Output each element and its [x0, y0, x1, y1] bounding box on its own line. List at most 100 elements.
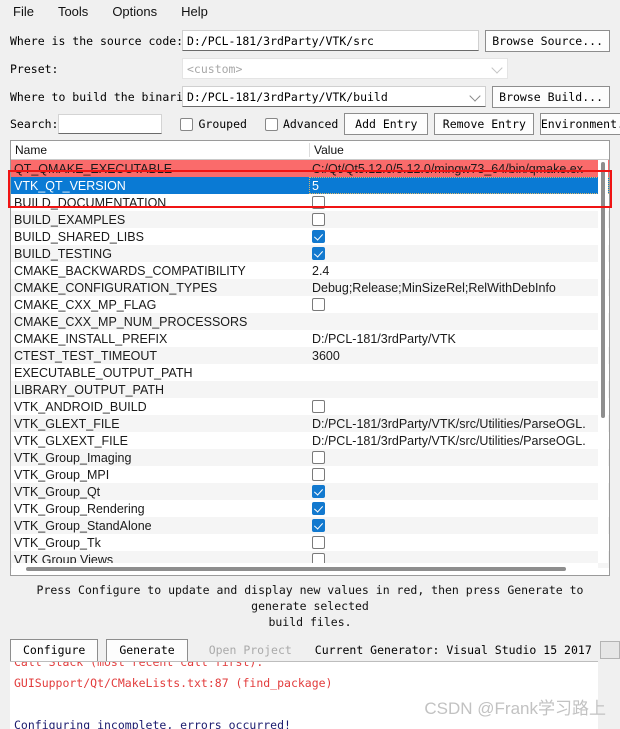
cache-variable-value[interactable]	[309, 484, 609, 500]
grouped-checkbox-wrap[interactable]: Grouped	[180, 117, 247, 131]
table-horizontal-scrollbar[interactable]	[12, 563, 598, 574]
table-row[interactable]: BUILD_EXAMPLES	[11, 211, 609, 228]
menu-bar: File Tools Options Help	[0, 0, 620, 22]
column-header-name[interactable]: Name	[11, 143, 309, 157]
menu-item-options[interactable]: Options	[109, 3, 160, 20]
table-row[interactable]: BUILD_TESTING	[11, 245, 609, 262]
table-row[interactable]: BUILD_SHARED_LIBS	[11, 228, 609, 245]
table-row[interactable]: CMAKE_CXX_MP_NUM_PROCESSORS	[11, 313, 609, 330]
cache-variable-checkbox[interactable]	[312, 450, 325, 464]
table-row[interactable]: CMAKE_CXX_MP_FLAG	[11, 296, 609, 313]
add-entry-button[interactable]: Add Entry	[344, 113, 429, 135]
cache-variable-checkbox[interactable]	[312, 535, 325, 549]
table-row[interactable]: CMAKE_INSTALL_PREFIX D:/PCL-181/3rdParty/…	[11, 330, 609, 347]
cache-variable-checkbox[interactable]	[312, 518, 325, 532]
table-row[interactable]: LIBRARY_OUTPUT_PATH	[11, 381, 609, 398]
cache-variable-value[interactable]	[309, 501, 609, 517]
cache-variable-name: CMAKE_INSTALL_PREFIX	[14, 331, 168, 346]
cache-variable-value[interactable]	[309, 467, 609, 483]
log-line: GUISupport/Qt/CMakeLists.txt:87 (find_pa…	[14, 676, 333, 690]
configure-button[interactable]: Configure	[10, 638, 99, 662]
progress-bar	[599, 641, 620, 659]
preset-dropdown[interactable]: <custom>	[182, 58, 508, 79]
source-code-input[interactable]: D:/PCL-181/3rdParty/VTK/src	[182, 30, 480, 51]
table-row[interactable]: CMAKE_CONFIGURATION_TYPES Debug;Release;M…	[11, 279, 609, 296]
cache-variable-name: VTK_Group_MPI	[14, 467, 110, 482]
cache-variable-checkbox[interactable]	[312, 246, 325, 260]
table-row[interactable]: VTK_ANDROID_BUILD	[11, 398, 609, 415]
generate-button[interactable]: Generate	[106, 638, 188, 662]
cache-variable-value[interactable]: Debug;Release;MinSizeRel;RelWithDebInfo	[309, 281, 609, 295]
column-header-value[interactable]: Value	[309, 143, 609, 157]
cache-variable-checkbox[interactable]	[312, 212, 325, 226]
environment-button[interactable]: Environment...	[540, 113, 620, 135]
table-row[interactable]: CMAKE_BACKWARDS_COMPATIBILITY 2.4	[11, 262, 609, 279]
browse-source-button[interactable]: Browse Source...	[485, 29, 610, 52]
table-vertical-scroll-thumb[interactable]	[601, 162, 605, 418]
cache-variable-checkbox[interactable]	[312, 297, 325, 311]
cache-variable-value[interactable]	[309, 195, 609, 211]
table-row[interactable]: BUILD_DOCUMENTATION	[11, 194, 609, 211]
build-binaries-value: D:/PCL-181/3rdParty/VTK/build	[187, 89, 388, 104]
remove-entry-button[interactable]: Remove Entry	[434, 113, 535, 135]
menu-item-tools[interactable]: Tools	[55, 3, 91, 20]
table-horizontal-scroll-thumb[interactable]	[26, 567, 566, 571]
table-row[interactable]: VTK_QT_VERSION 5	[11, 177, 609, 194]
watermark: CSDN @Frank学习路上	[424, 699, 606, 718]
cache-variable-value[interactable]: C:/Qt/Qt5.12.0/5.12.0/mingw73_64/bin/qma…	[309, 162, 609, 176]
table-row[interactable]: VTK_Group_MPI	[11, 466, 609, 483]
search-row: Search: Grouped Advanced Add Entry Remov…	[10, 112, 620, 136]
cache-variable-name: CMAKE_CXX_MP_NUM_PROCESSORS	[14, 314, 248, 329]
cache-variable-value[interactable]: 5	[309, 177, 609, 194]
cache-variable-value[interactable]: 2.4	[309, 264, 609, 278]
table-row[interactable]: VTK_GLXEXT_FILE D:/PCL-181/3rdParty/VTK/s…	[11, 432, 609, 449]
config-form: Where is the source code: D:/PCL-181/3rd…	[0, 22, 620, 136]
browse-build-button[interactable]: Browse Build...	[492, 85, 610, 108]
table-row[interactable]: EXECUTABLE_OUTPUT_PATH	[11, 364, 609, 381]
cache-variables-table[interactable]: Name Value QT_QMAKE_EXECUTABLE C:/Qt/Qt5.…	[10, 140, 610, 576]
table-row[interactable]: VTK_Group_Rendering	[11, 500, 609, 517]
cache-variable-value[interactable]	[309, 246, 609, 262]
table-row[interactable]: CTEST_TEST_TIMEOUT 3600	[11, 347, 609, 364]
cache-variable-value[interactable]	[309, 229, 609, 245]
cache-variable-checkbox[interactable]	[312, 195, 325, 209]
table-row[interactable]: VTK_Group_Tk	[11, 534, 609, 551]
cache-variable-value[interactable]	[309, 535, 609, 551]
cache-variable-name: VTK_Group_Rendering	[14, 501, 145, 516]
cache-variable-checkbox[interactable]	[312, 501, 325, 515]
cache-variable-value[interactable]: D:/PCL-181/3rdParty/VTK/src/Utilities/Pa…	[309, 417, 609, 431]
table-row[interactable]: VTK_Group_Imaging	[11, 449, 609, 466]
action-bar: Configure Generate Open Project Current …	[10, 638, 620, 662]
table-row[interactable]: VTK_Group_StandAlone	[11, 517, 609, 534]
grouped-checkbox[interactable]	[180, 117, 194, 131]
cache-variable-value[interactable]	[309, 212, 609, 228]
cache-variable-checkbox[interactable]	[312, 484, 325, 498]
current-generator-label: Current Generator: Visual Studio 15 2017	[314, 643, 592, 657]
cache-variable-value[interactable]	[309, 518, 609, 534]
cache-variable-value[interactable]: D:/PCL-181/3rdParty/VTK	[309, 332, 609, 346]
cache-variable-value[interactable]	[309, 450, 609, 466]
cache-variable-value[interactable]	[309, 297, 609, 313]
table-row[interactable]: QT_QMAKE_EXECUTABLE C:/Qt/Qt5.12.0/5.12.0…	[11, 160, 609, 177]
advanced-checkbox-wrap[interactable]: Advanced	[264, 117, 338, 131]
search-input[interactable]	[58, 114, 163, 134]
status-hint-line1: Press Configure to update and display ne…	[36, 583, 584, 613]
cache-variable-name: VTK_Group_Tk	[14, 535, 101, 550]
cache-variable-checkbox[interactable]	[312, 467, 325, 481]
cache-variable-name: VTK_Group_StandAlone	[14, 518, 152, 533]
cache-variable-name: VTK_GLEXT_FILE	[14, 416, 120, 431]
table-vertical-scrollbar[interactable]	[598, 160, 608, 563]
table-row[interactable]: VTK_GLEXT_FILE D:/PCL-181/3rdParty/VTK/sr…	[11, 415, 609, 432]
build-binaries-input[interactable]: D:/PCL-181/3rdParty/VTK/build	[182, 86, 487, 107]
advanced-checkbox[interactable]	[264, 117, 278, 131]
cache-variable-checkbox[interactable]	[312, 399, 325, 413]
cache-variable-name: LIBRARY_OUTPUT_PATH	[14, 382, 165, 397]
cache-variable-checkbox[interactable]	[312, 229, 325, 243]
table-row[interactable]: VTK_Group_Qt	[11, 483, 609, 500]
cache-variable-name: BUILD_SHARED_LIBS	[14, 229, 144, 244]
cache-variable-value[interactable]: D:/PCL-181/3rdParty/VTK/src/Utilities/Pa…	[309, 434, 609, 448]
menu-item-file[interactable]: File	[10, 3, 37, 20]
cache-variable-value[interactable]	[309, 399, 609, 415]
cache-variable-value[interactable]: 3600	[309, 349, 609, 363]
menu-item-help[interactable]: Help	[178, 3, 211, 20]
